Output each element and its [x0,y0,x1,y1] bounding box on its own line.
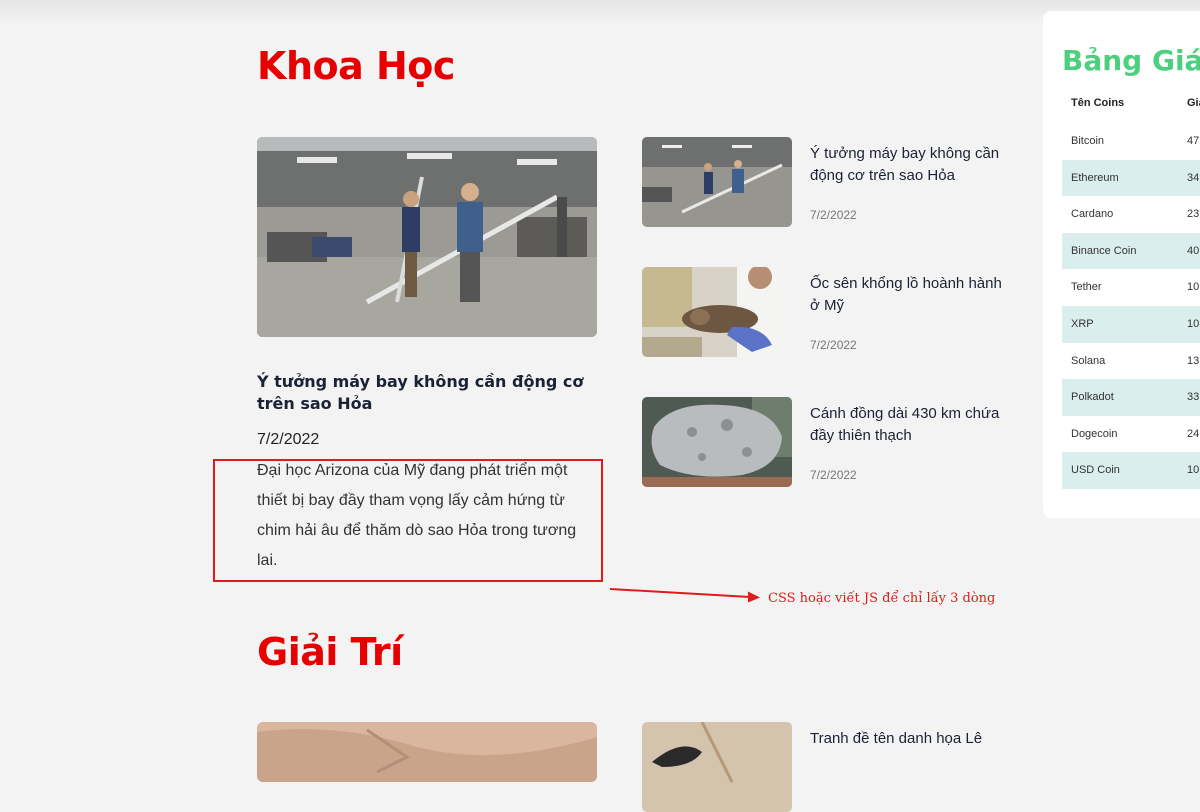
coin-price: 13 [1187,354,1200,367]
coin-name: Binance Coin [1071,244,1137,257]
coin-name: Solana [1071,354,1106,367]
coin-row[interactable]: Ethereum 34 [1062,159,1200,197]
coin-name: Tether [1071,281,1102,294]
coin-row[interactable]: Tether 10 [1062,269,1200,306]
coin-name: Bitcoin [1071,135,1105,147]
coin-table-body: Bitcoin 47 Ethereum 34 Cardano 23 Binance Coin… [1062,123,1200,489]
annotation-highlight-box [213,459,603,582]
side-article-4-title[interactable]: Tranh đề tên danh họa Lê [810,728,1005,750]
coin-price: 47 [1187,135,1200,147]
side-article-3-thumbnail[interactable] [642,397,792,487]
side-article-1-date: 7/2/2022 [810,208,857,222]
featured-article-image[interactable] [257,137,597,337]
coin-price: 24 [1187,427,1200,440]
coin-row[interactable]: Binance Coin 40 [1062,232,1200,270]
featured-article-date: 7/2/2022 [257,431,320,448]
coin-panel-title: Bảng Giá C [1062,44,1200,77]
coin-row[interactable]: XRP 10 [1062,305,1200,343]
coin-name: Dogecoin [1071,427,1118,440]
coin-name: Polkadot [1071,391,1114,404]
section-title-entertainment[interactable]: Giải Trí [257,630,403,674]
side-article-3-title[interactable]: Cánh đồng dài 430 km chứa đầy thiên thạc… [810,403,1005,447]
side-article-1-thumbnail[interactable] [642,137,792,227]
side-article-3[interactable]: Cánh đồng dài 430 km chứa đầy thiên thạc… [642,397,1012,487]
side-article-2-thumbnail[interactable] [642,267,792,357]
side-article-3-date: 7/2/2022 [810,468,857,482]
annotation-arrow-icon [609,588,760,603]
coin-name: XRP [1071,317,1094,330]
side-article-2-title[interactable]: Ốc sên khổng lồ hoành hành ở Mỹ [810,273,1005,317]
featured-article-title[interactable]: Ý tưởng máy bay không cần động cơ trên s… [257,371,597,415]
coin-price: 10 [1187,281,1200,294]
coin-row[interactable]: Cardano 23 [1062,196,1200,233]
coin-price: 10 [1187,317,1200,330]
section-title-science[interactable]: Khoa Học [257,44,455,88]
entertainment-featured-image[interactable] [257,722,597,782]
coin-row[interactable]: Dogecoin 24 [1062,416,1200,453]
coin-price: 40 [1187,244,1200,257]
coin-price: 23 [1187,208,1200,221]
coin-price: 33 [1187,391,1200,404]
side-article-2-date: 7/2/2022 [810,338,857,352]
coin-header-name: Tên Coins [1071,97,1125,109]
coin-name: USD Coin [1071,464,1120,477]
coin-name: Cardano [1071,208,1114,221]
side-article-1[interactable]: Ý tưởng máy bay không cần động cơ trên s… [642,137,1012,227]
coin-row[interactable]: Solana 13 [1062,343,1200,380]
coin-name: Ethereum [1071,171,1119,184]
side-article-4[interactable]: Tranh đề tên danh họa Lê [642,722,1012,812]
coin-price: 10 [1187,464,1200,477]
coin-header-price: Gia [1187,97,1200,109]
coin-price-panel: Bảng Giá C Tên Coins Gia Bitcoin 47 Ethere… [1043,11,1200,518]
side-article-2[interactable]: Ốc sên khổng lồ hoành hành ở Mỹ 7/2/2022 [642,267,1012,357]
coin-price: 34 [1187,171,1200,184]
coin-table-header: Tên Coins Gia [1062,97,1200,115]
coin-row[interactable]: USD Coin 10 [1062,452,1200,489]
top-shade [0,0,1200,24]
coin-row[interactable]: Bitcoin 47 [1062,123,1200,160]
coin-row[interactable]: Polkadot 33 [1062,379,1200,416]
side-article-1-title[interactable]: Ý tưởng máy bay không cần động cơ trên s… [810,143,1005,187]
side-article-4-thumbnail[interactable] [642,722,792,812]
annotation-note: CSS hoặc viết JS để chỉ lấy 3 dòng [768,591,996,606]
